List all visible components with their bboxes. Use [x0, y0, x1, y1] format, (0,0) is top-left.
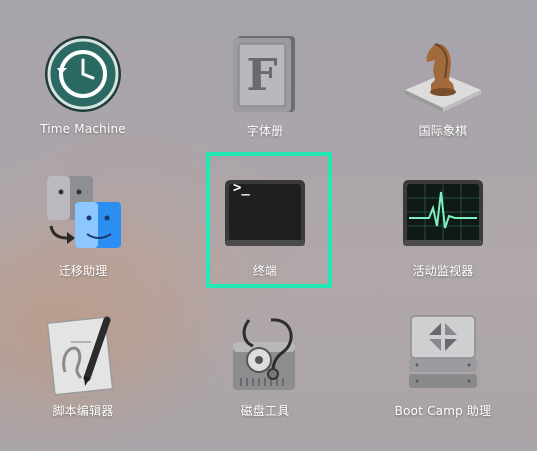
terminal-prompt-text: >_	[233, 180, 250, 196]
app-label: 国际象棋	[418, 124, 468, 138]
script-editor-icon	[39, 310, 127, 398]
time-machine-icon	[39, 30, 127, 118]
app-chess[interactable]: 国际象棋	[368, 30, 518, 150]
app-label: 磁盘工具	[240, 404, 290, 418]
svg-text:F: F	[246, 50, 277, 101]
app-label: 字体册	[246, 124, 284, 138]
app-font-book[interactable]: F 字体册	[190, 30, 340, 150]
app-label: Time Machine	[40, 122, 126, 136]
app-label: 迁移助理	[58, 264, 108, 278]
app-script-editor[interactable]: 脚本编辑器	[8, 310, 158, 430]
app-migration-assistant[interactable]: 迁移助理	[8, 170, 158, 290]
migration-assistant-icon	[39, 170, 127, 258]
app-label: Boot Camp 助理	[394, 404, 492, 418]
app-disk-utility[interactable]: 磁盘工具	[190, 310, 340, 430]
app-label: 活动监视器	[412, 264, 474, 278]
disk-utility-icon	[221, 310, 309, 398]
app-activity-monitor[interactable]: 活动监视器	[368, 170, 518, 290]
app-boot-camp[interactable]: Boot Camp 助理	[368, 310, 518, 430]
font-book-icon: F	[221, 30, 309, 118]
app-label: 脚本编辑器	[52, 404, 114, 418]
launchpad-grid: Time Machine F 字体册 国际象棋 迁移助理 终端 >_ 活动监视器…	[0, 0, 537, 451]
boot-camp-icon	[399, 310, 487, 398]
app-time-machine[interactable]: Time Machine	[8, 30, 158, 150]
app-label: 终端	[252, 264, 278, 278]
activity-monitor-icon	[399, 170, 487, 258]
app-terminal[interactable]: 终端	[190, 170, 340, 290]
chess-icon	[399, 30, 487, 118]
